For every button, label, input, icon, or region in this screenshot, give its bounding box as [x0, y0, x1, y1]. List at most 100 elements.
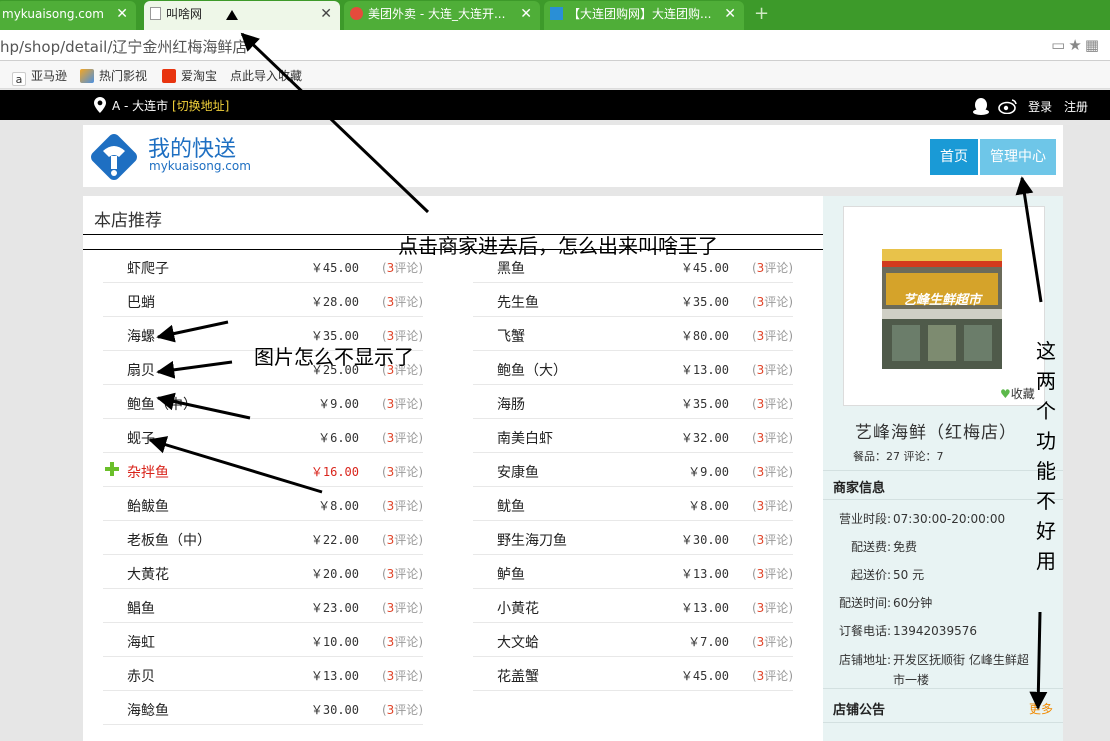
- menu-item-name[interactable]: 野生海刀鱼: [497, 530, 567, 550]
- menu-item[interactable]: 海肠 ￥35.00 (3评论): [473, 386, 793, 419]
- close-icon[interactable]: ✕: [116, 1, 128, 28]
- bookmark-amazon[interactable]: a 亚马逊: [12, 67, 67, 86]
- weibo-icon[interactable]: [998, 98, 1018, 115]
- menu-item[interactable]: 鲐鲅鱼 ￥8.00 (3评论): [103, 488, 423, 521]
- menu-item-comments[interactable]: (3评论): [752, 327, 793, 344]
- menu-item-name[interactable]: 海虹: [127, 632, 155, 652]
- menu-item-name[interactable]: 先生鱼: [497, 292, 539, 312]
- menu-item-name[interactable]: 蚬子: [127, 428, 155, 448]
- menu-item-comments[interactable]: (3评论): [752, 633, 793, 650]
- menu-item-comments[interactable]: (3评论): [382, 531, 423, 548]
- tab-mykuaisong[interactable]: mykuaisong.com ✕: [0, 1, 136, 30]
- menu-item-name[interactable]: 赤贝: [127, 666, 155, 686]
- menu-item[interactable]: 安康鱼 ￥9.00 (3评论): [473, 454, 793, 487]
- menu-item-name[interactable]: 小黄花: [497, 598, 539, 618]
- menu-item-comments[interactable]: (3评论): [382, 429, 423, 446]
- menu-item[interactable]: 鱿鱼 ￥8.00 (3评论): [473, 488, 793, 521]
- menu-item[interactable]: 杂拌鱼 ￥16.00 (3评论): [103, 454, 423, 487]
- menu-item-name[interactable]: 鱿鱼: [497, 496, 525, 516]
- menu-item[interactable]: 海虹 ￥10.00 (3评论): [103, 624, 423, 657]
- qq-icon[interactable]: [972, 97, 990, 115]
- menu-item[interactable]: 南美白虾 ￥32.00 (3评论): [473, 420, 793, 453]
- menu-item[interactable]: 野生海刀鱼 ￥30.00 (3评论): [473, 522, 793, 555]
- menu-item[interactable]: 鲍鱼（大） ￥13.00 (3评论): [473, 352, 793, 385]
- menu-item[interactable]: 小黄花 ￥13.00 (3评论): [473, 590, 793, 623]
- plus-icon[interactable]: [105, 462, 119, 476]
- menu-item-name[interactable]: 老板鱼（中）: [127, 530, 211, 550]
- menu-item-comments[interactable]: (3评论): [382, 463, 423, 480]
- menu-item-comments[interactable]: (3评论): [752, 497, 793, 514]
- menu-item[interactable]: 老板鱼（中） ￥22.00 (3评论): [103, 522, 423, 555]
- menu-item-comments[interactable]: (3评论): [382, 667, 423, 684]
- menu-item-name[interactable]: 海鲶鱼: [127, 700, 169, 720]
- more-link[interactable]: 更多: [1029, 700, 1053, 717]
- bookmark-video[interactable]: 热门影视: [80, 67, 147, 84]
- menu-item-name[interactable]: 巴蛸: [127, 292, 155, 312]
- menu-item-name[interactable]: 南美白虾: [497, 428, 553, 448]
- star-icon[interactable]: ★: [1068, 36, 1084, 54]
- bookmark-import[interactable]: 点此导入收藏: [230, 67, 302, 84]
- menu-item-name[interactable]: 海肠: [497, 394, 525, 414]
- menu-item[interactable]: 飞蟹 ￥80.00 (3评论): [473, 318, 793, 351]
- menu-item-name[interactable]: 大文蛤: [497, 632, 539, 652]
- menu-item-name[interactable]: 扇贝: [127, 360, 155, 380]
- shop-photo[interactable]: [882, 249, 1002, 369]
- menu-item[interactable]: 花盖蟹 ￥45.00 (3评论): [473, 658, 793, 691]
- menu-item-comments[interactable]: (3评论): [382, 293, 423, 310]
- new-tab-button[interactable]: +: [754, 3, 769, 24]
- menu-item[interactable]: 先生鱼 ￥35.00 (3评论): [473, 284, 793, 317]
- menu-item-comments[interactable]: (3评论): [752, 293, 793, 310]
- menu-item[interactable]: 蚬子 ￥6.00 (3评论): [103, 420, 423, 453]
- qr-icon[interactable]: ▦: [1085, 36, 1102, 54]
- menu-item[interactable]: 虾爬子 ￥45.00 (3评论): [103, 250, 423, 283]
- menu-item[interactable]: 鲳鱼 ￥23.00 (3评论): [103, 590, 423, 623]
- menu-item-comments[interactable]: (3评论): [752, 599, 793, 616]
- menu-item-comments[interactable]: (3评论): [752, 395, 793, 412]
- kuaisong-logo-icon[interactable]: [90, 133, 138, 181]
- menu-item-name[interactable]: 飞蟹: [497, 326, 525, 346]
- menu-item-comments[interactable]: (3评论): [752, 531, 793, 548]
- menu-item-comments[interactable]: (3评论): [752, 259, 793, 276]
- menu-item-name[interactable]: 鲈鱼: [497, 564, 525, 584]
- menu-item-comments[interactable]: (3评论): [382, 565, 423, 582]
- tab-tuangou[interactable]: 【大连团购网】大连团购... ✕: [544, 1, 744, 30]
- menu-item-comments[interactable]: (3评论): [752, 667, 793, 684]
- nav-home-button[interactable]: 首页: [930, 139, 978, 175]
- menu-item-comments[interactable]: (3评论): [752, 565, 793, 582]
- menu-item-name[interactable]: 杂拌鱼: [127, 462, 169, 482]
- favorite-button[interactable]: ♥收藏: [1000, 385, 1035, 402]
- switch-address-link[interactable]: [切换地址]: [172, 99, 229, 113]
- menu-item-name[interactable]: 虾爬子: [127, 258, 169, 278]
- menu-item[interactable]: 大文蛤 ￥7.00 (3评论): [473, 624, 793, 657]
- menu-item-comments[interactable]: (3评论): [382, 599, 423, 616]
- screen-icon[interactable]: ▭: [1051, 36, 1068, 54]
- menu-item-name[interactable]: 花盖蟹: [497, 666, 539, 686]
- menu-item-comments[interactable]: (3评论): [752, 429, 793, 446]
- menu-item-comments[interactable]: (3评论): [382, 259, 423, 276]
- menu-item-name[interactable]: 鲳鱼: [127, 598, 155, 618]
- menu-item[interactable]: 赤贝 ￥13.00 (3评论): [103, 658, 423, 691]
- menu-item-name[interactable]: 海螺: [127, 326, 155, 346]
- menu-item-comments[interactable]: (3评论): [752, 361, 793, 378]
- menu-item-name[interactable]: 安康鱼: [497, 462, 539, 482]
- menu-item-name[interactable]: 黑鱼: [497, 258, 525, 278]
- menu-item[interactable]: 鲍鱼（中） ￥9.00 (3评论): [103, 386, 423, 419]
- menu-item[interactable]: 巴蛸 ￥28.00 (3评论): [103, 284, 423, 317]
- menu-item-name[interactable]: 鲍鱼（大）: [497, 360, 567, 380]
- menu-item[interactable]: 鲈鱼 ￥13.00 (3评论): [473, 556, 793, 589]
- menu-item-comments[interactable]: (3评论): [752, 463, 793, 480]
- menu-item-comments[interactable]: (3评论): [382, 633, 423, 650]
- menu-item-name[interactable]: 鲍鱼（中）: [127, 394, 197, 414]
- tab-jiaosha[interactable]: 叫啥网 ✕: [144, 1, 340, 30]
- menu-item-comments[interactable]: (3评论): [382, 701, 423, 718]
- menu-item[interactable]: 大黄花 ￥20.00 (3评论): [103, 556, 423, 589]
- close-icon[interactable]: ✕: [520, 1, 532, 28]
- bookmark-taobao[interactable]: 爱淘宝: [162, 67, 217, 84]
- close-icon[interactable]: ✕: [724, 1, 736, 28]
- login-link[interactable]: 登录: [1028, 100, 1052, 114]
- nav-admin-button[interactable]: 管理中心: [980, 139, 1056, 175]
- address-bar[interactable]: hp/shop/detail/辽宁金州红梅海鲜店 ▭★▦: [0, 30, 1110, 61]
- tab-meituan[interactable]: 美团外卖 - 大连_大连开... ✕: [344, 1, 540, 30]
- menu-item-comments[interactable]: (3评论): [382, 497, 423, 514]
- menu-item[interactable]: 海鲶鱼 ￥30.00 (3评论): [103, 692, 423, 725]
